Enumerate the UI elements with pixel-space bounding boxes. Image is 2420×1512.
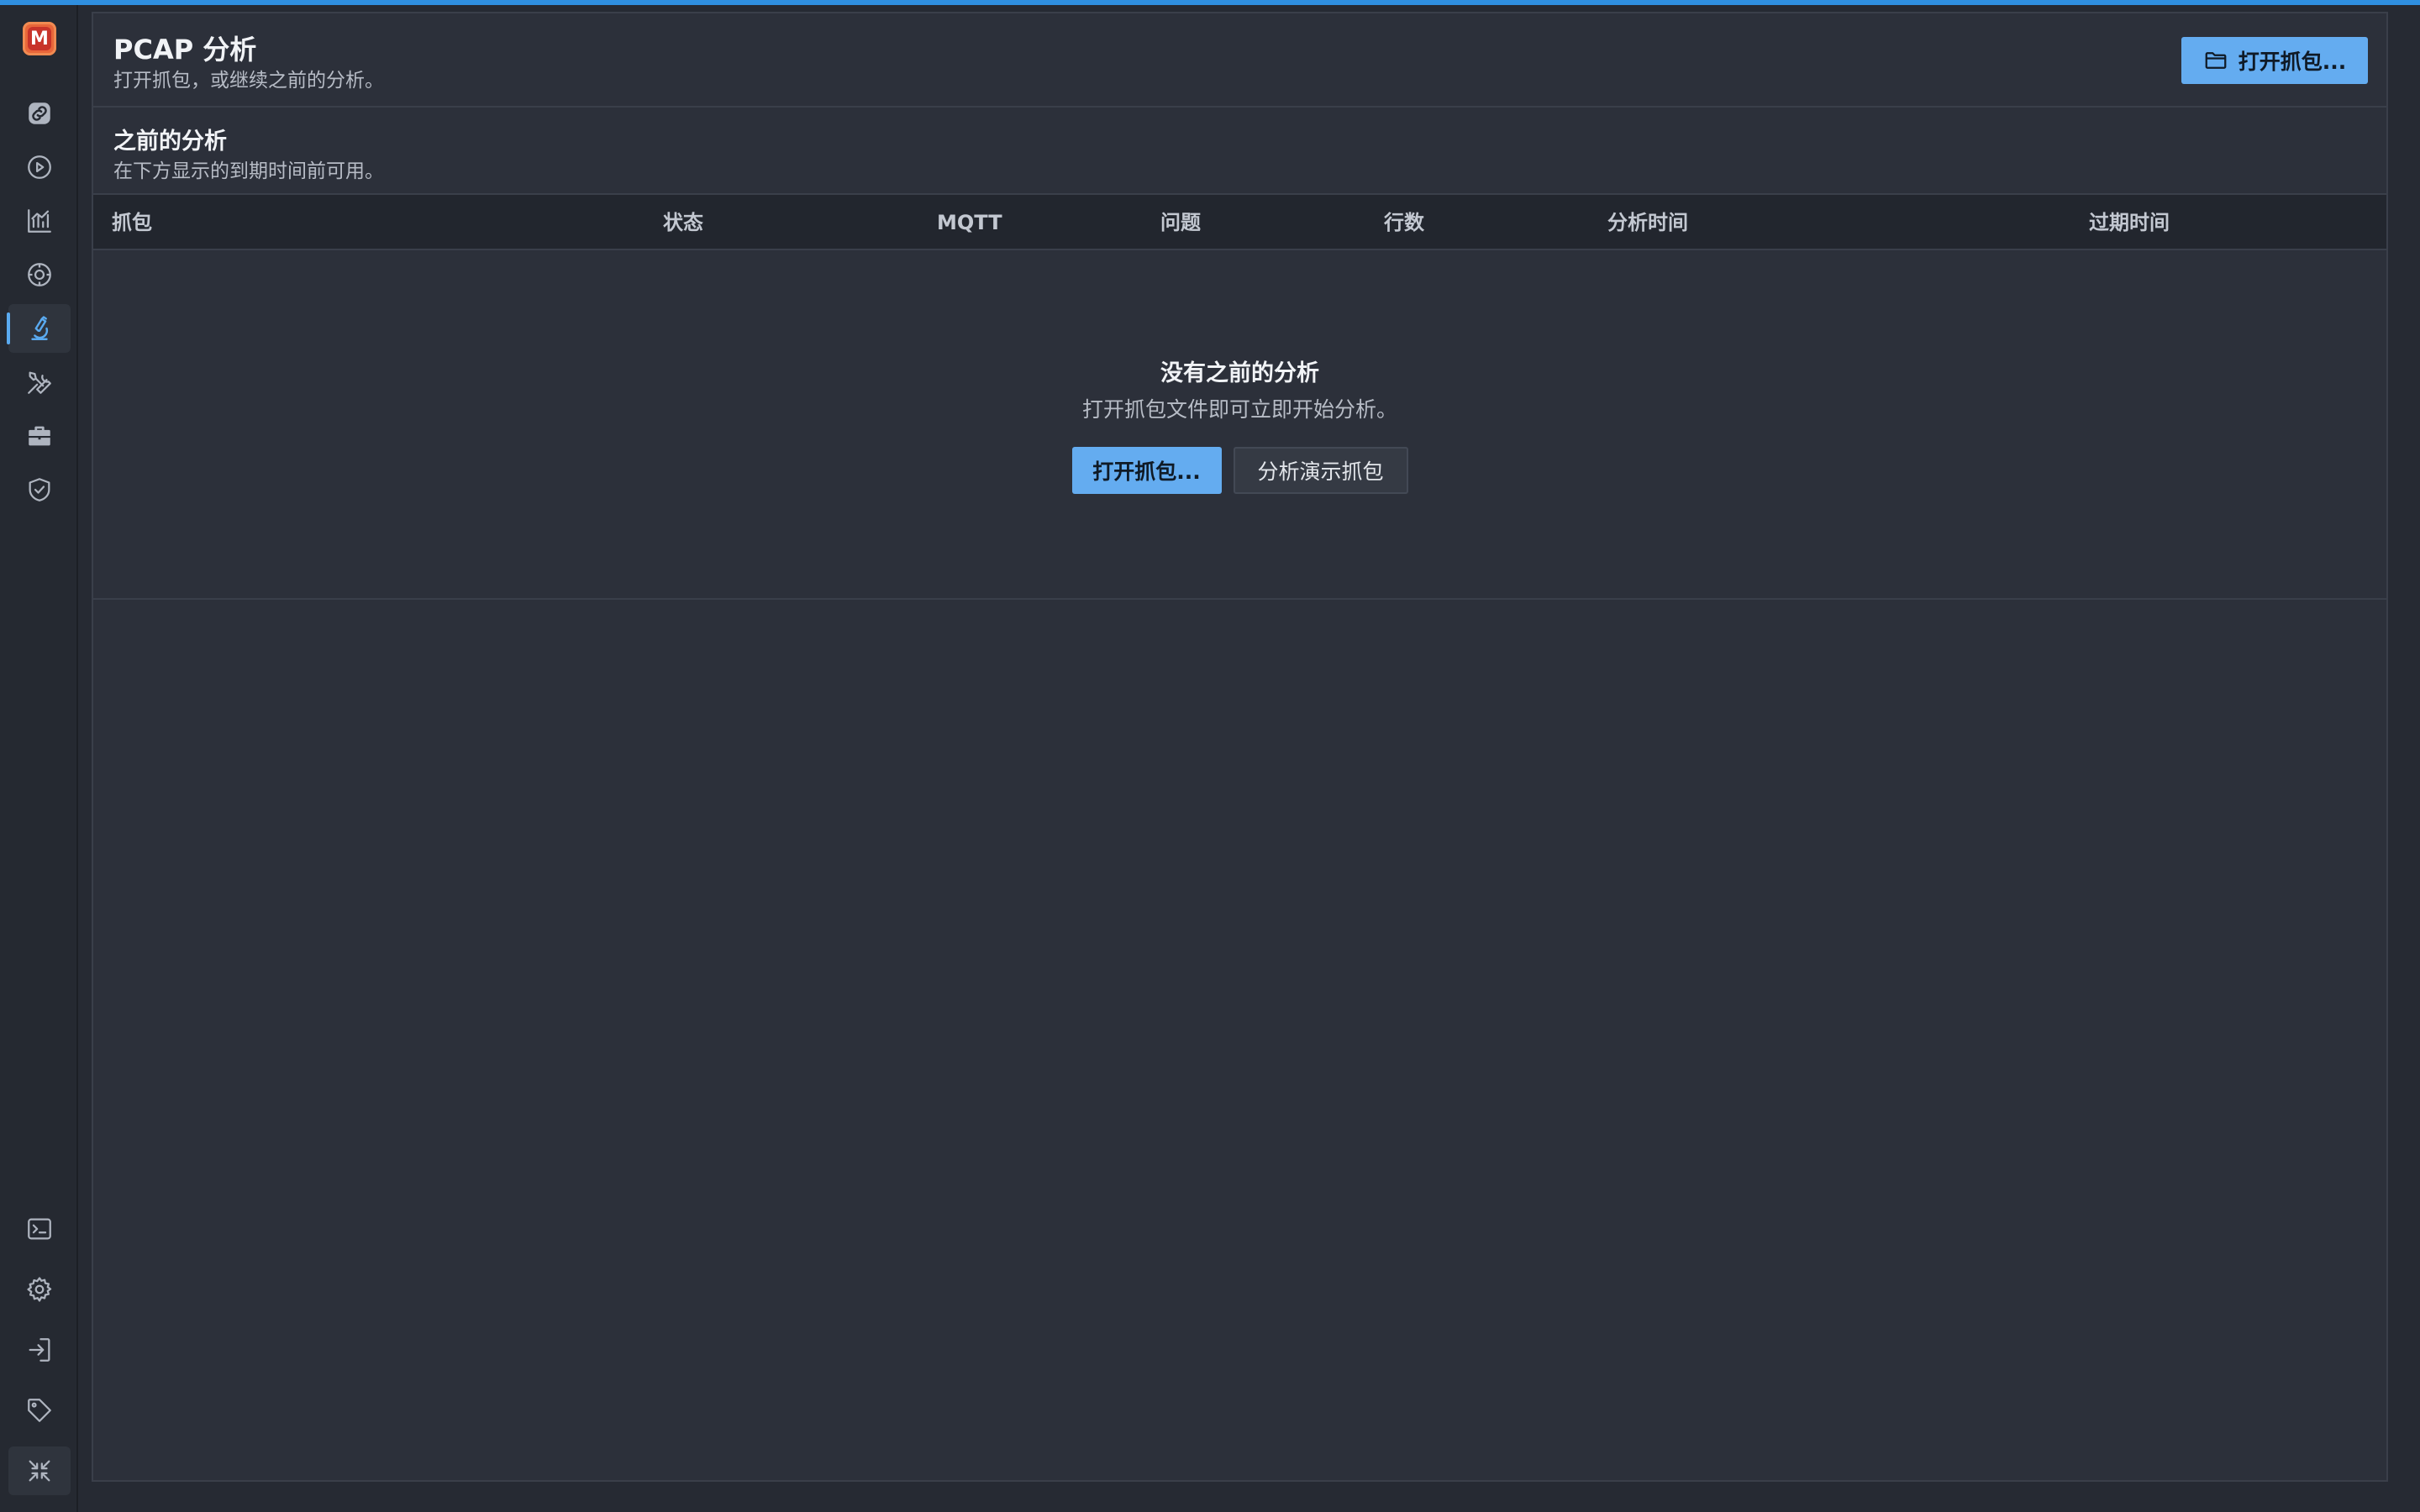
sidebar: M [0, 5, 78, 1512]
sidebar-item-tags[interactable] [8, 1386, 71, 1435]
sidebar-item-connections[interactable] [8, 89, 71, 138]
collapse-icon [29, 1460, 50, 1482]
column-analyzed-at[interactable]: 分析时间 [1607, 195, 1688, 250]
tools-icon [28, 371, 51, 394]
shield-check-icon [29, 478, 50, 501]
section-subtitle: 在下方显示的到期时间前可用。 [113, 160, 384, 182]
column-rows[interactable]: 行数 [1384, 195, 1424, 250]
play-circle-icon [28, 155, 51, 179]
analyze-demo-capture-button[interactable]: 分析演示抓包 [1233, 447, 1408, 494]
main-panel: PCAP 分析 打开抓包，或继续之前的分析。 打开抓包... 之前的分析 在下方… [92, 12, 2388, 1482]
section-title: 之前的分析 [113, 129, 227, 155]
sidebar-item-monitor[interactable] [8, 250, 71, 299]
sidebar-item-tools[interactable] [8, 358, 71, 407]
column-capture[interactable]: 抓包 [112, 195, 152, 250]
empty-state-actions: 打开抓包... 分析演示抓包 [93, 447, 2386, 494]
logo-letter: M [30, 28, 49, 50]
empty-open-capture-button[interactable]: 打开抓包... [1071, 447, 1222, 494]
previous-analyses-section: 之前的分析 在下方显示的到期时间前可用。 [93, 108, 2386, 195]
column-expires-at[interactable]: 过期时间 [2089, 195, 2170, 250]
terminal-icon [28, 1218, 51, 1240]
empty-state: 没有之前的分析 打开抓包文件即可立即开始分析。 打开抓包... 分析演示抓包 [93, 250, 2386, 600]
empty-state-title: 没有之前的分析 [1160, 360, 1319, 386]
table-header: 抓包 状态 MQTT 问题 行数 分析时间 过期时间 [93, 195, 2386, 250]
microscope-icon [31, 316, 49, 340]
column-issues[interactable]: 问题 [1160, 195, 1201, 250]
top-accent-bar [0, 0, 2420, 5]
gear-icon [27, 1277, 52, 1302]
sidebar-item-metrics[interactable] [8, 197, 71, 245]
sidebar-item-toolbox[interactable] [8, 412, 71, 460]
sidebar-item-pcap-analysis[interactable] [7, 304, 71, 353]
toolbox-icon [29, 426, 50, 446]
chart-icon [28, 209, 51, 233]
open-capture-label: 打开抓包... [2238, 50, 2347, 74]
column-status[interactable]: 状态 [663, 195, 703, 250]
page-title: PCAP 分析 [113, 34, 257, 66]
page-subtitle: 打开抓包，或继续之前的分析。 [113, 70, 384, 92]
link-icon [29, 102, 50, 124]
empty-state-subtitle: 打开抓包文件即可立即开始分析。 [1081, 397, 1397, 422]
sidebar-item-player[interactable] [8, 143, 71, 192]
sidebar-item-console[interactable] [8, 1205, 71, 1253]
tag-icon [28, 1399, 51, 1422]
sidebar-collapse-button[interactable] [8, 1446, 71, 1495]
page-header: PCAP 分析 打开抓包，或继续之前的分析。 打开抓包... [93, 13, 2386, 108]
sidebar-item-settings[interactable] [8, 1265, 71, 1314]
monitor-icon [28, 263, 51, 286]
sidebar-item-login[interactable] [8, 1326, 71, 1374]
app-logo[interactable]: M [23, 22, 56, 55]
sidebar-item-security[interactable] [8, 465, 71, 514]
column-mqtt[interactable]: MQTT [937, 195, 1002, 250]
open-capture-button[interactable]: 打开抓包... [2181, 37, 2368, 84]
logo-mark: M [28, 27, 51, 50]
folder-icon [2205, 52, 2227, 69]
sign-in-icon [29, 1338, 50, 1362]
